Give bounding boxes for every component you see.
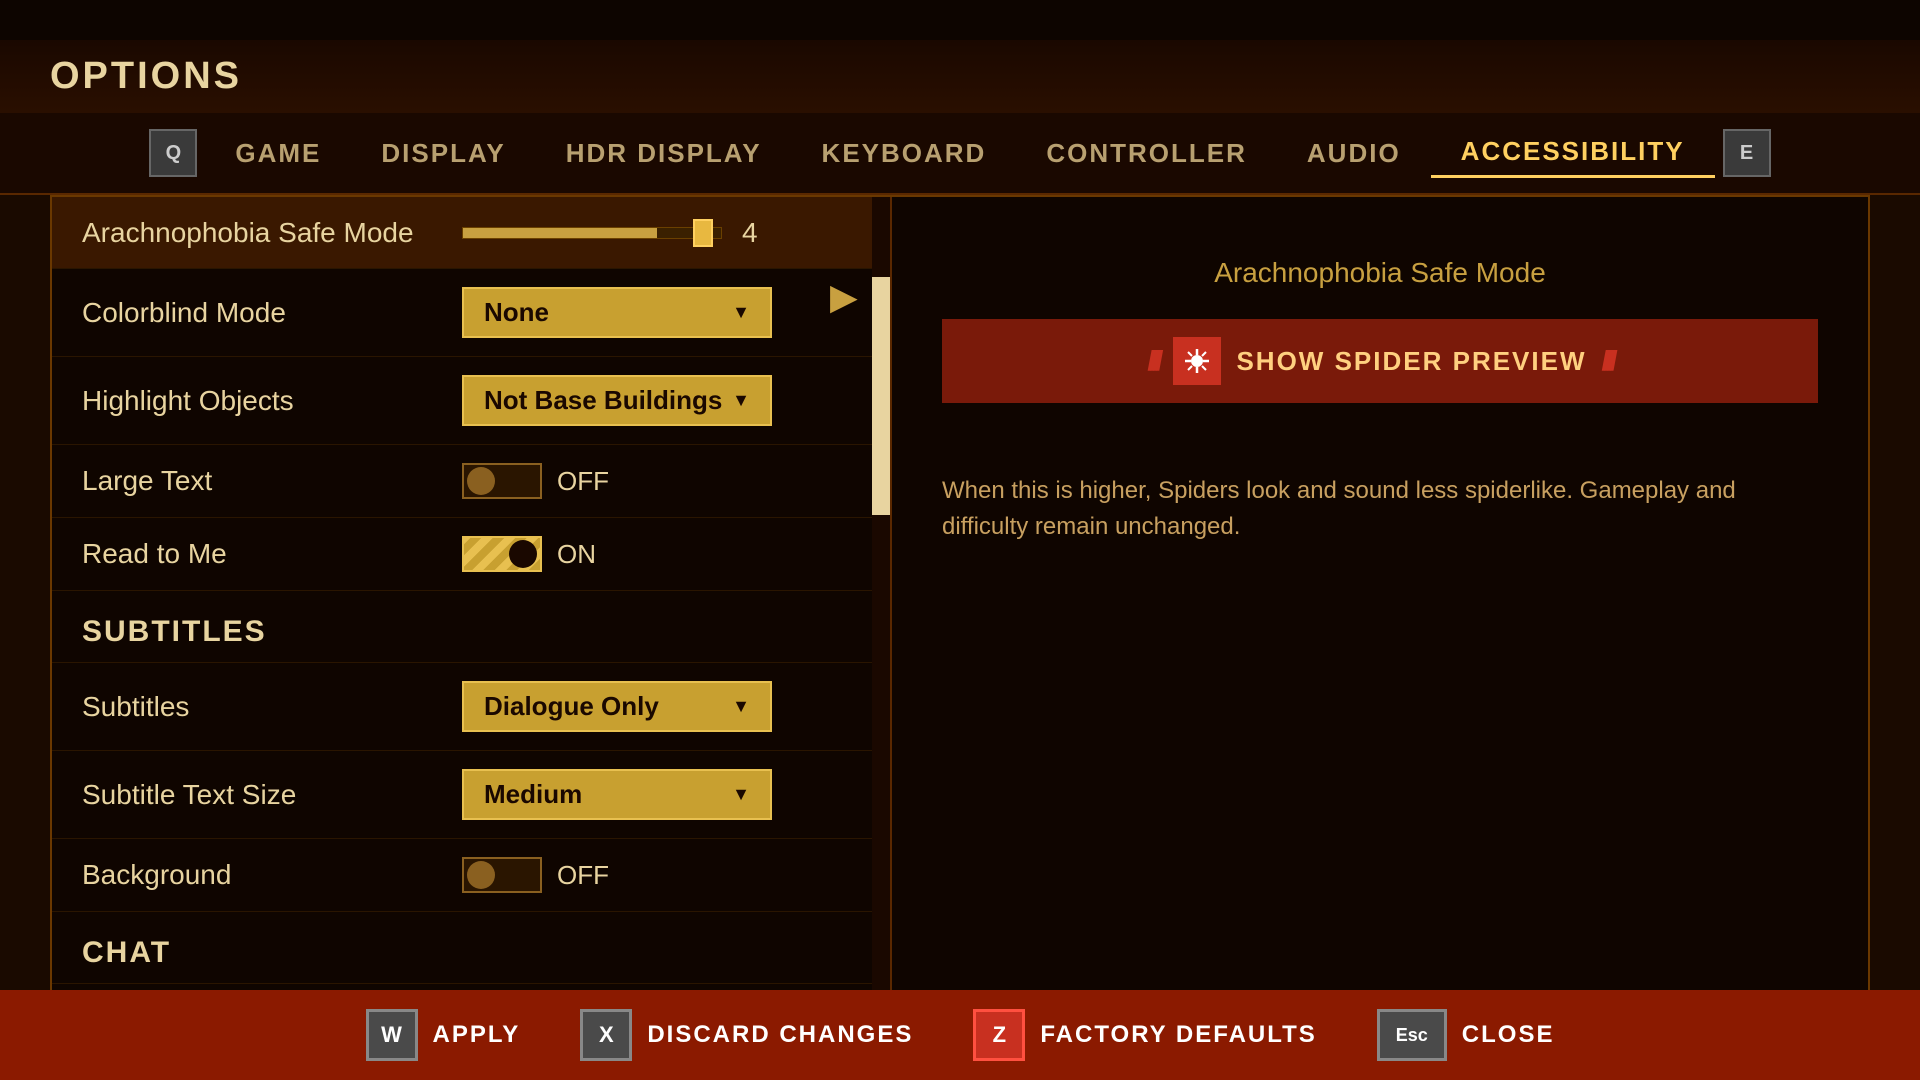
slider-thumb-arachnophobia: [693, 219, 713, 247]
tab-keyboard[interactable]: KEYBOARD: [792, 130, 1017, 177]
scrollbar[interactable]: [872, 197, 890, 993]
setting-row-subtitle-text-size[interactable]: Subtitle Text Size Medium ▼: [52, 751, 890, 839]
nav-tabs: Q GAME DISPLAY HDR DISPLAY KEYBOARD CONT…: [0, 113, 1920, 195]
dropdown-arrow-subtitles: ▼: [732, 696, 750, 717]
label-close: CLOSE: [1462, 1021, 1555, 1049]
action-factory-defaults[interactable]: Z FACTORY DEFAULTS: [973, 1009, 1316, 1061]
toggle-container-read-to-me: ON: [462, 536, 596, 572]
toggle-state-large-text: OFF: [557, 466, 609, 497]
dropdown-subtitles[interactable]: Dialogue Only ▼: [462, 681, 772, 732]
setting-label-background: Background: [82, 859, 462, 891]
tab-hdr-display[interactable]: HDR DISPLAY: [536, 130, 792, 177]
slider-fill-arachnophobia: [463, 228, 657, 238]
toggle-large-text[interactable]: [462, 463, 542, 499]
dropdown-subtitle-text-size[interactable]: Medium ▼: [462, 769, 772, 820]
info-panel: Arachnophobia Safe Mode SHOW SPIDER PREV…: [892, 197, 1868, 993]
dropdown-arrow-colorblind: ▼: [732, 302, 750, 323]
info-title: Arachnophobia Safe Mode: [942, 257, 1818, 289]
setting-row-colorblind[interactable]: Colorblind Mode None ▼: [52, 269, 890, 357]
dropdown-value-subtitles: Dialogue Only: [484, 691, 659, 722]
dropdown-value-highlight-objects: Not Base Buildings: [484, 385, 722, 416]
setting-label-subtitles: Subtitles: [82, 691, 462, 723]
slider-track-arachnophobia[interactable]: [462, 227, 722, 239]
toggle-knob-background: [467, 861, 495, 889]
setting-label-subtitle-text-size: Subtitle Text Size: [82, 779, 462, 811]
setting-row-subtitles[interactable]: Subtitles Dialogue Only ▼: [52, 663, 890, 751]
setting-row-highlight-objects[interactable]: Highlight Objects Not Base Buildings ▼: [52, 357, 890, 445]
dropdown-value-subtitle-text-size: Medium: [484, 779, 582, 810]
page-title: OPTIONS: [50, 55, 242, 97]
setting-label-large-text: Large Text: [82, 465, 462, 497]
toggle-knob-large-text: [467, 467, 495, 495]
action-close[interactable]: Esc CLOSE: [1377, 1009, 1555, 1061]
toggle-container-large-text: OFF: [462, 463, 609, 499]
setting-row-large-text[interactable]: Large Text OFF: [52, 445, 890, 518]
spider-btn-label: SHOW SPIDER PREVIEW: [1236, 346, 1586, 377]
key-factory-defaults[interactable]: Z: [973, 1009, 1025, 1061]
setting-label-colorblind: Colorblind Mode: [82, 297, 462, 329]
setting-row-arachnophobia[interactable]: Arachnophobia Safe Mode 4: [52, 197, 890, 269]
spider-icon: [1173, 337, 1221, 385]
section-title-subtitles: SUBTITLES: [82, 615, 267, 649]
setting-label-highlight-objects: Highlight Objects: [82, 385, 462, 417]
slider-value-arachnophobia: 4: [742, 217, 782, 249]
toggle-container-background: OFF: [462, 857, 609, 893]
main-content: Arachnophobia Safe Mode 4 Colorblind Mod…: [50, 195, 1870, 995]
label-factory-defaults: FACTORY DEFAULTS: [1040, 1021, 1316, 1049]
key-apply[interactable]: W: [366, 1009, 418, 1061]
toggle-state-read-to-me: ON: [557, 539, 596, 570]
section-title-chat: CHAT: [82, 936, 171, 970]
tab-controller[interactable]: CONTROLLER: [1016, 130, 1277, 177]
toggle-background[interactable]: [462, 857, 542, 893]
section-header-subtitles: SUBTITLES: [52, 591, 890, 663]
setting-label-arachnophobia: Arachnophobia Safe Mode: [82, 217, 462, 249]
setting-row-read-to-me[interactable]: Read to Me ON: [52, 518, 890, 591]
tab-audio[interactable]: AUDIO: [1277, 130, 1431, 177]
nav-next-button[interactable]: E: [1723, 129, 1771, 177]
spider-preview-button[interactable]: SHOW SPIDER PREVIEW: [942, 319, 1818, 403]
label-apply: APPLY: [433, 1021, 521, 1049]
tab-display[interactable]: DISPLAY: [351, 130, 535, 177]
toggle-read-to-me[interactable]: [462, 536, 542, 572]
key-discard[interactable]: X: [580, 1009, 632, 1061]
key-close[interactable]: Esc: [1377, 1009, 1447, 1061]
tab-game[interactable]: GAME: [205, 130, 351, 177]
cursor-indicator: ▶: [830, 276, 858, 318]
dropdown-value-colorblind: None: [484, 297, 549, 328]
dropdown-colorblind[interactable]: None ▼: [462, 287, 772, 338]
setting-row-background[interactable]: Background OFF: [52, 839, 890, 912]
toggle-state-background: OFF: [557, 860, 609, 891]
settings-panel[interactable]: Arachnophobia Safe Mode 4 Colorblind Mod…: [52, 197, 892, 993]
slider-arachnophobia[interactable]: 4: [462, 217, 782, 249]
label-discard: DISCARD CHANGES: [647, 1021, 913, 1049]
header: OPTIONS: [0, 40, 1920, 113]
setting-label-read-to-me: Read to Me: [82, 538, 462, 570]
dropdown-arrow-highlight-objects: ▼: [732, 390, 750, 411]
toggle-knob-read-to-me: [509, 540, 537, 568]
info-description: When this is higher, Spiders look and so…: [942, 473, 1818, 545]
dropdown-arrow-subtitle-text-size: ▼: [732, 784, 750, 805]
action-apply[interactable]: W APPLY: [366, 1009, 521, 1061]
scrollbar-thumb: [872, 277, 890, 516]
bottom-bar: W APPLY X DISCARD CHANGES Z FACTORY DEFA…: [0, 990, 1920, 1080]
dropdown-highlight-objects[interactable]: Not Base Buildings ▼: [462, 375, 772, 426]
section-header-chat: CHAT: [52, 912, 890, 984]
nav-prev-button[interactable]: Q: [149, 129, 197, 177]
tab-accessibility[interactable]: ACCESSIBILITY: [1431, 128, 1715, 178]
action-discard[interactable]: X DISCARD CHANGES: [580, 1009, 913, 1061]
top-bar: [0, 0, 1920, 40]
